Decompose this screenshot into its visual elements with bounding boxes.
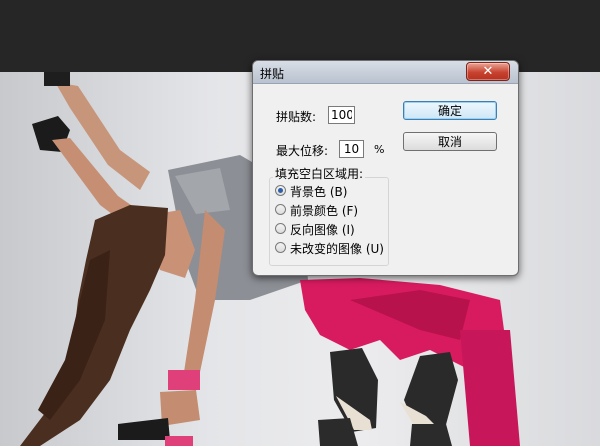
tile-count-label: 拼贴数: <box>276 110 317 124</box>
percent-unit: % <box>374 143 385 156</box>
radio-label: 前景颜色 (F) <box>290 204 359 218</box>
fill-group-title: 填充空白区域用: <box>273 165 366 182</box>
tile-count-input[interactable] <box>328 106 355 124</box>
close-icon: ✕ <box>482 64 494 79</box>
close-button[interactable]: ✕ <box>466 62 510 81</box>
dialog-title: 拼贴 <box>260 67 285 81</box>
radio-label: 未改变的图像 (U) <box>290 242 384 256</box>
max-offset-label: 最大位移: <box>276 144 329 158</box>
radio-icon <box>275 242 286 253</box>
radio-selected-icon <box>275 185 286 196</box>
cancel-button[interactable]: 取消 <box>403 132 497 151</box>
tiles-dialog: 拼贴 ✕ 拼贴数: 最大位移: % 确定 取消 填充空白区域用: 背景色 (B)… <box>252 60 519 276</box>
dialog-title-bar[interactable]: 拼贴 ✕ <box>253 61 518 84</box>
radio-icon <box>275 204 286 215</box>
max-offset-input[interactable] <box>339 140 364 158</box>
radio-label: 反向图像 (I) <box>290 223 355 237</box>
radio-label: 背景色 (B) <box>290 185 348 199</box>
ok-button[interactable]: 确定 <box>403 101 497 120</box>
radio-icon <box>275 223 286 234</box>
